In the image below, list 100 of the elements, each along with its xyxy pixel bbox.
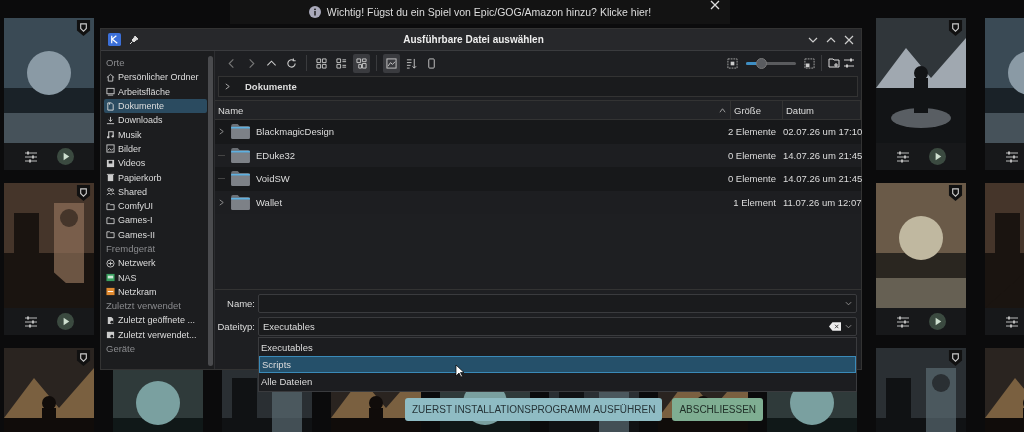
sidebar-item[interactable]: Bilder — [104, 141, 207, 157]
size-cell-text: 1 Element — [732, 196, 777, 208]
phone-icon — [426, 57, 437, 69]
dropdown-option[interactable]: Scripts — [259, 356, 856, 373]
chevron-icon — [224, 83, 231, 90]
sidebar-item[interactable]: Musik — [104, 127, 207, 142]
breadcrumb-item[interactable]: Dokumente — [245, 81, 297, 92]
app-icon — [108, 33, 121, 46]
folder-icon — [231, 147, 250, 163]
play-button[interactable] — [57, 313, 75, 330]
tree-view-icon — [356, 57, 367, 69]
play-button[interactable] — [929, 148, 947, 165]
new-folder-icon[interactable] — [828, 57, 840, 69]
close-icon[interactable] — [710, 0, 720, 10]
dropdown-option[interactable]: Executables — [259, 339, 856, 356]
column-header[interactable]: Name — [215, 101, 731, 119]
sliders-icon[interactable] — [23, 315, 38, 328]
sliders-icon[interactable] — [23, 150, 38, 163]
drive-icon — [106, 273, 115, 283]
monitor-icon — [106, 87, 115, 97]
music-note-icon — [106, 130, 115, 140]
window-title: Ausführbare Datei auswählen — [402, 34, 545, 45]
file-name: Wallet — [256, 196, 283, 208]
notice-banner[interactable]: Wichtig! Fügst du ein Spiel von Epic/GOG/Amazon hinzu? Klicke hier! — [230, 0, 730, 24]
cursor-icon — [455, 364, 465, 378]
folder-icon — [231, 124, 250, 140]
column-header[interactable]: Größe — [731, 101, 783, 119]
image-icon — [106, 144, 115, 154]
file-row[interactable]: BlackmagicDesign 2 Elemente 02.07.26 um 17:10 — [215, 120, 861, 144]
file-name: EDuke32 — [256, 149, 296, 161]
sidebar-item[interactable]: Shared — [104, 184, 207, 199]
sidebar-item[interactable]: Zuletzt verwendet... — [104, 327, 207, 342]
zoom-out-icon[interactable] — [727, 57, 738, 69]
sidebar-item[interactable]: Downloads — [104, 113, 207, 128]
breadcrumb-bar[interactable]: Dokumente — [218, 76, 858, 97]
size-cell-text: 0 Elemente — [726, 149, 777, 161]
column-header[interactable]: Datum — [783, 101, 861, 119]
play-button[interactable] — [57, 148, 75, 165]
sliders-icon[interactable] — [1004, 315, 1019, 328]
sidebar-item[interactable]: Persönlicher Ordner — [104, 70, 207, 85]
sliders-icon[interactable] — [1004, 150, 1019, 163]
chevron-down-icon[interactable] — [845, 323, 852, 330]
document-icon — [106, 101, 115, 111]
shield-icon — [948, 350, 963, 367]
play-button[interactable] — [929, 313, 947, 330]
clear-icon[interactable] — [829, 322, 841, 331]
zoom-in-icon[interactable] — [804, 57, 815, 69]
sort-icon — [406, 57, 417, 69]
sidebar-item[interactable]: Papierkorb — [104, 170, 207, 185]
date-cell-text: 11.07.26 um 12:07 — [782, 196, 861, 208]
sliders-icon[interactable] — [895, 315, 910, 328]
people-icon — [106, 187, 115, 197]
sliders-icon[interactable] — [895, 150, 910, 163]
folder-icon — [231, 171, 250, 187]
sidebar-item[interactable]: ComfyUI — [104, 198, 207, 214]
file-name: VoidSW — [256, 173, 290, 185]
dropdown-option[interactable]: Alle Dateien — [259, 373, 856, 390]
sidebar-item[interactable]: Netzkram — [104, 284, 207, 300]
field-label: Dateityp: — [216, 321, 255, 332]
settings-icon[interactable] — [843, 57, 855, 69]
file-row[interactable]: VoidSW 0 Elemente 14.07.26 um 21:45 — [215, 167, 861, 191]
field-label: Name: — [226, 298, 255, 309]
close-icon[interactable] — [844, 34, 854, 45]
section-heading: Geräte — [105, 341, 137, 356]
shield-icon — [948, 185, 963, 202]
trash-icon — [106, 173, 115, 182]
chevron-down-icon[interactable] — [845, 300, 852, 307]
action-button[interactable]: ABSCHLIESSEN — [672, 398, 764, 421]
list-icon — [336, 57, 347, 69]
sidebar-item[interactable]: NAS — [104, 270, 207, 285]
shield-icon — [76, 350, 91, 367]
network-icon — [106, 258, 115, 268]
download-icon — [106, 115, 115, 125]
size-cell-text: 0 Elemente — [726, 173, 777, 185]
sidebar-item[interactable]: Videos — [104, 156, 207, 171]
date-cell-text: 14.07.26 um 21:45 — [782, 149, 861, 161]
folder-icon — [231, 194, 250, 210]
sidebar-item[interactable]: Games-I — [104, 213, 207, 228]
info-icon — [308, 6, 321, 18]
file-name: BlackmagicDesign — [256, 126, 335, 138]
section-heading: Orte — [105, 56, 126, 70]
home-icon — [106, 72, 115, 82]
action-button[interactable]: ZUERST INSTALLATIONSPROGRAMM AUSFÜHREN — [405, 398, 663, 421]
banner-text: Wichtig! Fügst du ein Spiel von Epic/GOG/Amazon hinzu? Klicke hier! — [326, 6, 652, 18]
name-field[interactable] — [258, 294, 857, 313]
pin-icon[interactable] — [129, 34, 139, 45]
scrollbar-thumb[interactable] — [208, 56, 213, 366]
sidebar-item[interactable]: Games-II — [104, 227, 207, 242]
slider-thumb[interactable] — [756, 57, 767, 69]
toolbar-button[interactable] — [353, 53, 370, 73]
toolbar-button[interactable] — [383, 53, 400, 73]
sidebar-item[interactable]: Arbeitsfläche — [104, 84, 207, 99]
expand-icon[interactable] — [218, 198, 225, 206]
sidebar-item[interactable]: Netzwerk — [104, 256, 207, 271]
sidebar-item[interactable]: Zuletzt geöffnete ... — [104, 313, 207, 328]
expand-icon[interactable] — [218, 128, 225, 136]
film-icon — [106, 158, 115, 168]
section-heading: Fremdgerät — [105, 241, 157, 256]
grid-icon — [316, 57, 327, 69]
sidebar-item[interactable]: Dokumente — [104, 98, 207, 114]
